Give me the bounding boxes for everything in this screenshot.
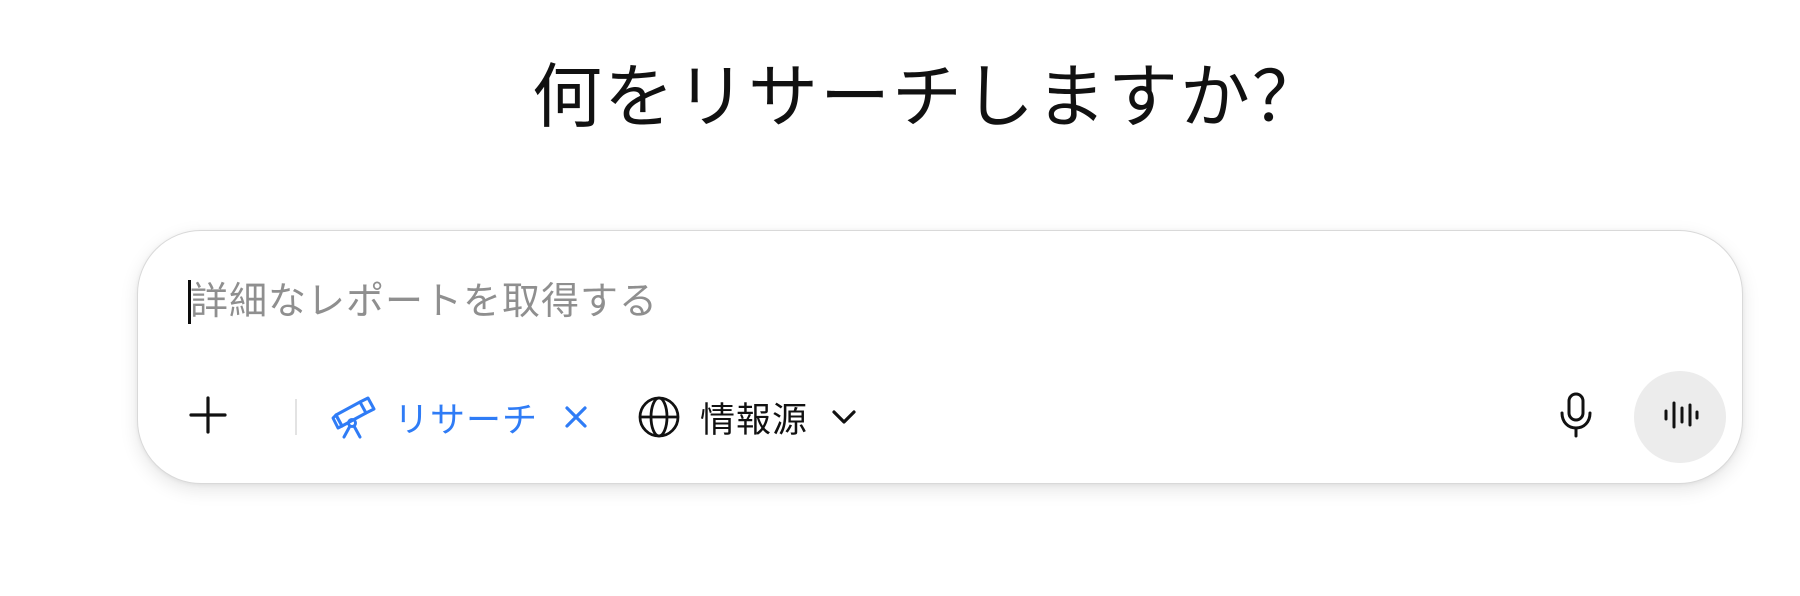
add-attachment-button[interactable] <box>178 387 238 447</box>
research-chip-label: リサーチ <box>394 400 539 441</box>
prompt-input[interactable] <box>190 271 1660 331</box>
voice-mode-button[interactable] <box>1634 371 1726 463</box>
prompt-composer: リサーチ 情報源 <box>137 230 1743 484</box>
prompt-input-row <box>188 271 1668 331</box>
composer-toolbar: リサーチ 情報源 <box>178 371 1726 463</box>
microphone-icon <box>1556 391 1596 443</box>
close-icon[interactable] <box>556 397 596 437</box>
chevron-down-icon <box>826 399 862 435</box>
plus-icon <box>187 394 229 440</box>
research-mode-chip[interactable]: リサーチ <box>330 385 596 449</box>
page-title: 何をリサーチしますか？ <box>532 56 1324 138</box>
sources-dropdown[interactable]: 情報源 <box>636 385 862 449</box>
voice-waveform-icon <box>1660 395 1700 439</box>
dictate-button[interactable] <box>1548 389 1604 445</box>
sources-label: 情報源 <box>700 400 809 441</box>
globe-icon <box>636 394 682 440</box>
telescope-icon <box>330 393 378 441</box>
toolbar-divider <box>295 399 297 435</box>
